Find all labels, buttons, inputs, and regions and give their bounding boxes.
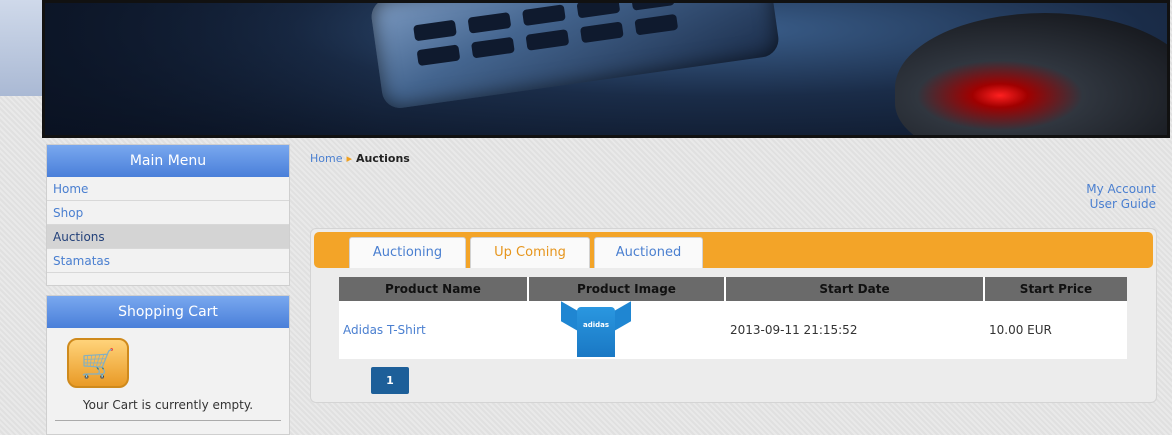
breadcrumb-current: Auctions [356, 152, 410, 165]
column-header-start-date: Start Date [726, 277, 985, 301]
auction-tabs: Auctioning Up Coming Auctioned [314, 232, 1153, 268]
main-menu: Main Menu Home Shop Auctions Stamatas [46, 144, 290, 286]
main-menu-title: Main Menu [47, 145, 289, 177]
menu-item-shop[interactable]: Shop [47, 201, 289, 225]
user-guide-link[interactable]: User Guide [1086, 197, 1156, 212]
auctions-content: Auctioning Up Coming Auctioned Product N… [310, 228, 1157, 403]
tab-up-coming[interactable]: Up Coming [470, 237, 590, 268]
table-row[interactable]: Adidas T-Shirt adidas 2013-09-11 21:15:5… [339, 301, 1127, 359]
cart-empty-message: Your Cart is currently empty. [82, 398, 254, 412]
account-links: My Account User Guide [1086, 182, 1156, 212]
menu-item-auctions[interactable]: Auctions [47, 225, 289, 249]
adidas-logo: adidas [582, 321, 610, 329]
pagination-page-button[interactable]: 1 [371, 367, 409, 394]
start-price: 10.00 EUR [985, 301, 1127, 359]
shopping-cart-icon[interactable]: 🛒 [67, 338, 129, 388]
product-name-link[interactable]: Adidas T-Shirt [339, 301, 529, 359]
menu-item-stamatas[interactable]: Stamatas [47, 249, 289, 273]
column-header-start-price: Start Price [985, 277, 1127, 301]
tshirt-image[interactable]: adidas [559, 301, 633, 357]
shopping-cart-title: Shopping Cart [47, 296, 289, 328]
start-date: 2013-09-11 21:15:52 [726, 301, 985, 359]
products-table: Product Name Product Image Start Date St… [339, 277, 1127, 359]
left-decor-stripe [0, 0, 42, 96]
shopping-cart-panel: Shopping Cart 🛒 Your Cart is currently e… [46, 295, 290, 435]
breadcrumb: Home ▸ Auctions [310, 152, 410, 165]
divider [55, 420, 281, 421]
tab-auctioning[interactable]: Auctioning [349, 237, 466, 268]
breadcrumb-home-link[interactable]: Home [310, 152, 342, 165]
my-account-link[interactable]: My Account [1086, 182, 1156, 197]
column-header-product-name: Product Name [339, 277, 529, 301]
breadcrumb-arrow-icon: ▸ [346, 152, 353, 165]
menu-item-home[interactable]: Home [47, 177, 289, 201]
product-image-cell: adidas [529, 301, 726, 359]
header-banner [42, 0, 1170, 138]
tab-auctioned[interactable]: Auctioned [594, 237, 703, 268]
column-header-product-image: Product Image [529, 277, 726, 301]
